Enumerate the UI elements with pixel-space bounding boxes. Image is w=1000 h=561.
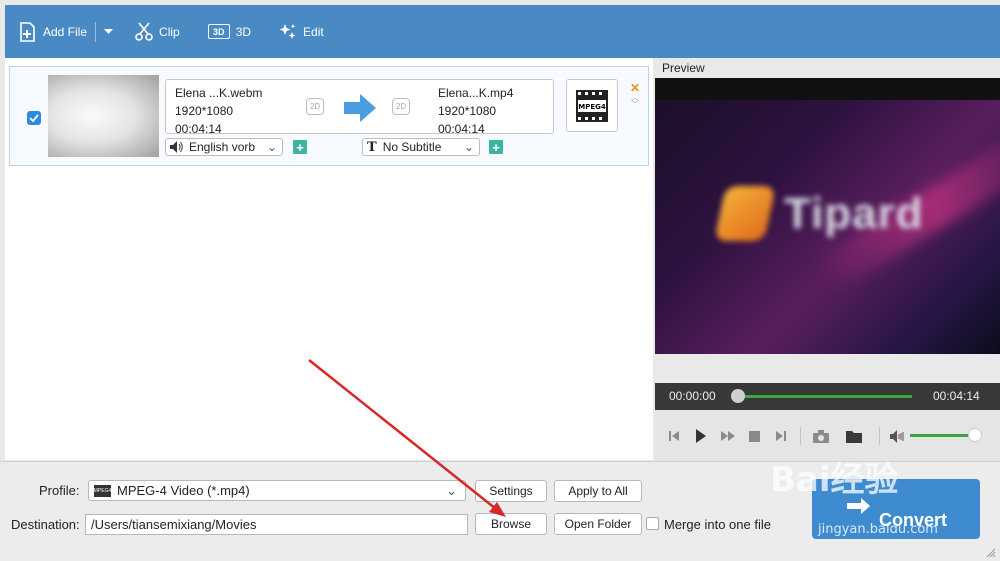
profile-label: Profile: — [39, 483, 80, 498]
add-audio-track-button[interactable]: + — [293, 140, 307, 154]
total-time: 00:04:14 — [933, 389, 980, 403]
target-resolution: 1920*1080 — [438, 104, 497, 118]
edit-label: Edit — [303, 24, 324, 39]
source-duration: 00:04:14 — [175, 122, 222, 136]
play-icon[interactable] — [692, 428, 710, 444]
skip-back-icon[interactable] — [665, 428, 683, 444]
snapshot-camera-icon[interactable] — [812, 428, 830, 444]
profile-value: MPEG-4 Video (*.mp4) — [117, 483, 250, 498]
resize-grip-icon[interactable] — [986, 548, 996, 558]
source-2d-badge: 2D — [306, 98, 324, 115]
preview-letterbox — [655, 78, 1000, 100]
preview-logo-text: Tipard — [784, 188, 924, 238]
source-filename: Elena ...K.webm — [175, 86, 263, 100]
seek-handle[interactable] — [731, 389, 745, 403]
file-list: Elena ...K.webm 1920*1080 00:04:14 2D 2D… — [5, 58, 653, 460]
skip-forward-icon[interactable] — [772, 428, 790, 444]
target-info: Elena...K.mp4 1920*1080 00:04:14 — [438, 84, 513, 138]
clip-label: Clip — [159, 24, 180, 39]
file-list-item[interactable]: Elena ...K.webm 1920*1080 00:04:14 2D 2D… — [9, 66, 649, 166]
scissors-icon — [135, 21, 153, 41]
baidu-watermark: Bai经验 — [770, 460, 899, 500]
output-format-button[interactable]: MPEG4 — [566, 79, 618, 132]
clip-button[interactable]: Clip — [135, 21, 180, 42]
file-select-checkbox[interactable] — [27, 111, 41, 125]
chevron-down-icon: ⌄ — [266, 140, 277, 154]
chevron-down-icon: ⌄ — [463, 140, 474, 154]
format-icon-text: MPEG4 — [578, 103, 606, 111]
add-subtitle-button[interactable]: + — [489, 140, 503, 154]
source-resolution: 1920*1080 — [175, 104, 234, 118]
sparkle-stars-icon — [279, 23, 296, 39]
add-file-dropdown-button[interactable] — [104, 28, 114, 35]
3d-button[interactable]: 3D 3D — [207, 24, 252, 39]
add-file-button[interactable]: Add File — [19, 21, 88, 42]
browse-button[interactable]: Browse — [475, 513, 547, 535]
checkmark-icon — [29, 114, 39, 122]
speaker-icon — [170, 141, 183, 153]
current-time: 00:00:00 — [669, 389, 716, 403]
reorder-arrows-icon[interactable]: ︿ ﹀ — [631, 94, 639, 109]
caret-down-icon — [104, 28, 114, 34]
tipard-logo-icon — [714, 186, 776, 241]
controls-separator-2 — [879, 427, 880, 445]
preview-logo: Tipard — [714, 186, 924, 241]
seek-track[interactable] — [738, 395, 912, 398]
open-snapshot-folder-icon[interactable] — [845, 428, 863, 444]
audio-track-value: English vorb — [189, 140, 256, 154]
film-mpeg4-icon: MPEG4 — [576, 89, 608, 122]
merge-label: Merge into one file — [664, 517, 771, 532]
3d-label: 3D — [235, 24, 252, 39]
preview-screen: Tipard — [655, 78, 1000, 354]
video-thumbnail[interactable] — [48, 75, 159, 157]
toolbar: Add File Clip 3D 3D Edit — [5, 5, 1000, 58]
subtitle-select[interactable]: T No Subtitle ⌄ — [362, 138, 480, 156]
target-duration: 00:04:14 — [438, 122, 485, 136]
settings-button[interactable]: Settings — [475, 480, 547, 502]
3d-icon: 3D — [207, 24, 230, 39]
source-info: Elena ...K.webm 1920*1080 00:04:14 — [175, 84, 262, 138]
add-file-icon — [20, 21, 35, 42]
volume-handle[interactable] — [968, 428, 982, 442]
fast-forward-icon[interactable] — [719, 428, 737, 444]
add-file-label: Add File — [43, 24, 88, 39]
edit-button[interactable]: Edit — [279, 23, 324, 41]
audio-track-select[interactable]: English vorb ⌄ — [165, 138, 283, 156]
conversion-info-box: Elena ...K.webm 1920*1080 00:04:14 2D 2D… — [165, 79, 554, 136]
subtitle-value: No Subtitle — [382, 140, 442, 154]
stop-icon[interactable] — [745, 428, 763, 444]
merge-checkbox[interactable] — [646, 517, 659, 530]
destination-label: Destination: — [11, 517, 80, 532]
apply-to-all-button[interactable]: Apply to All — [554, 480, 642, 502]
toolbar-separator — [95, 21, 97, 42]
chevron-down-icon: ⌄ — [446, 482, 457, 498]
arrow-right-icon — [344, 94, 376, 122]
text-t-icon: T — [367, 139, 377, 155]
target-filename: Elena...K.mp4 — [438, 86, 514, 100]
profile-select[interactable]: MPEG4 MPEG-4 Video (*.mp4) ⌄ — [88, 480, 466, 501]
target-2d-badge: 2D — [392, 98, 410, 115]
app-window: Add File Clip 3D 3D Edit Elena ...K.webm… — [0, 0, 1000, 561]
mpeg4-format-icon: MPEG4 — [94, 484, 111, 497]
controls-separator — [800, 427, 801, 445]
baidu-watermark-url: jingyan.baidu.com — [818, 522, 938, 537]
destination-input[interactable] — [85, 514, 468, 535]
volume-icon[interactable] — [889, 428, 907, 444]
volume-track[interactable] — [910, 434, 974, 437]
open-folder-button[interactable]: Open Folder — [554, 513, 642, 535]
preview-title: Preview — [662, 61, 705, 75]
